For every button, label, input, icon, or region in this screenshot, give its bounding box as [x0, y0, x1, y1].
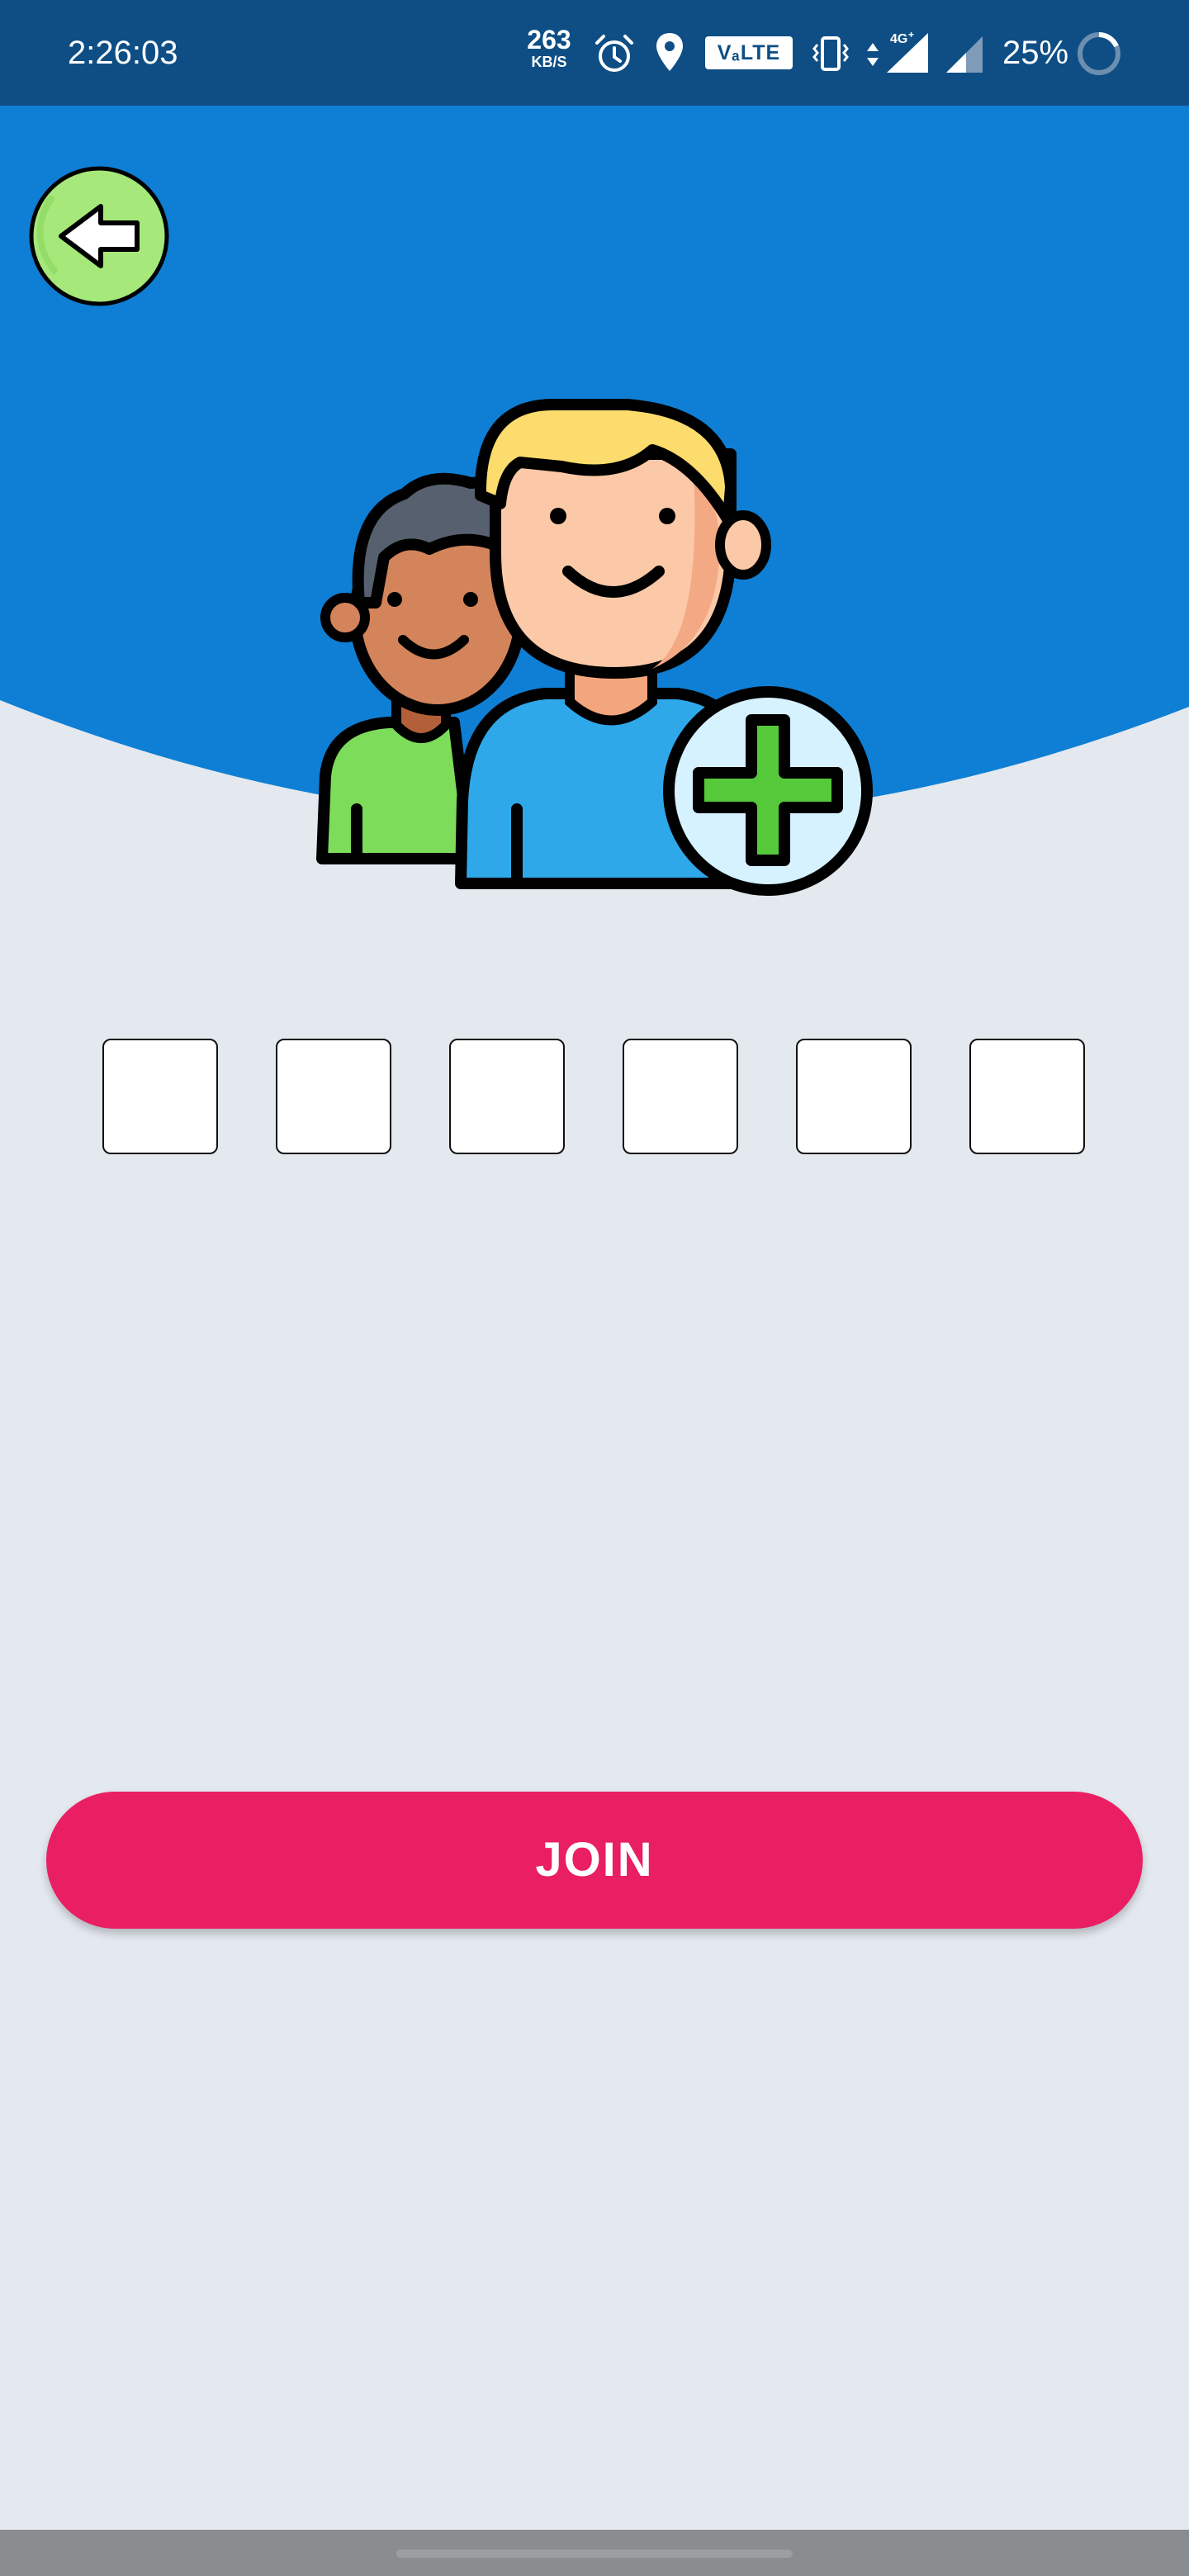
code-digit-1[interactable] — [102, 1039, 218, 1154]
signal-4g-icon: 4G + — [887, 29, 928, 73]
battery-percent: 25% — [1002, 35, 1069, 71]
vibrate-icon — [812, 36, 849, 71]
navigation-bar — [0, 2530, 1189, 2576]
network-speed-unit: KB/S — [531, 54, 567, 70]
invite-code-input — [102, 1039, 1087, 1156]
status-bar: 2:26:03 263 KB/S VₐLTE 4G + 25% — [0, 0, 1189, 106]
back-button[interactable] — [28, 165, 170, 307]
code-digit-4[interactable] — [623, 1039, 738, 1154]
join-button[interactable]: JOIN — [46, 1792, 1143, 1929]
network-speed: 263 KB/S — [522, 26, 576, 71]
volte-badge: VₐLTE — [705, 36, 793, 69]
data-arrows-icon — [867, 43, 879, 66]
battery-ring-icon — [1078, 32, 1120, 75]
status-time: 2:26:03 — [68, 35, 178, 71]
svg-text:4G: 4G — [890, 32, 907, 46]
network-speed-value: 263 — [527, 25, 571, 54]
signal-icon — [946, 36, 983, 73]
code-digit-2[interactable] — [276, 1039, 391, 1154]
code-digit-5[interactable] — [796, 1039, 912, 1154]
location-icon — [656, 33, 683, 71]
code-digit-3[interactable] — [449, 1039, 565, 1154]
home-gesture-handle[interactable] — [396, 2550, 793, 2558]
code-digit-6[interactable] — [969, 1039, 1085, 1154]
alarm-icon — [595, 35, 633, 72]
svg-text:+: + — [908, 29, 914, 40]
add-friend-icon — [316, 399, 873, 896]
